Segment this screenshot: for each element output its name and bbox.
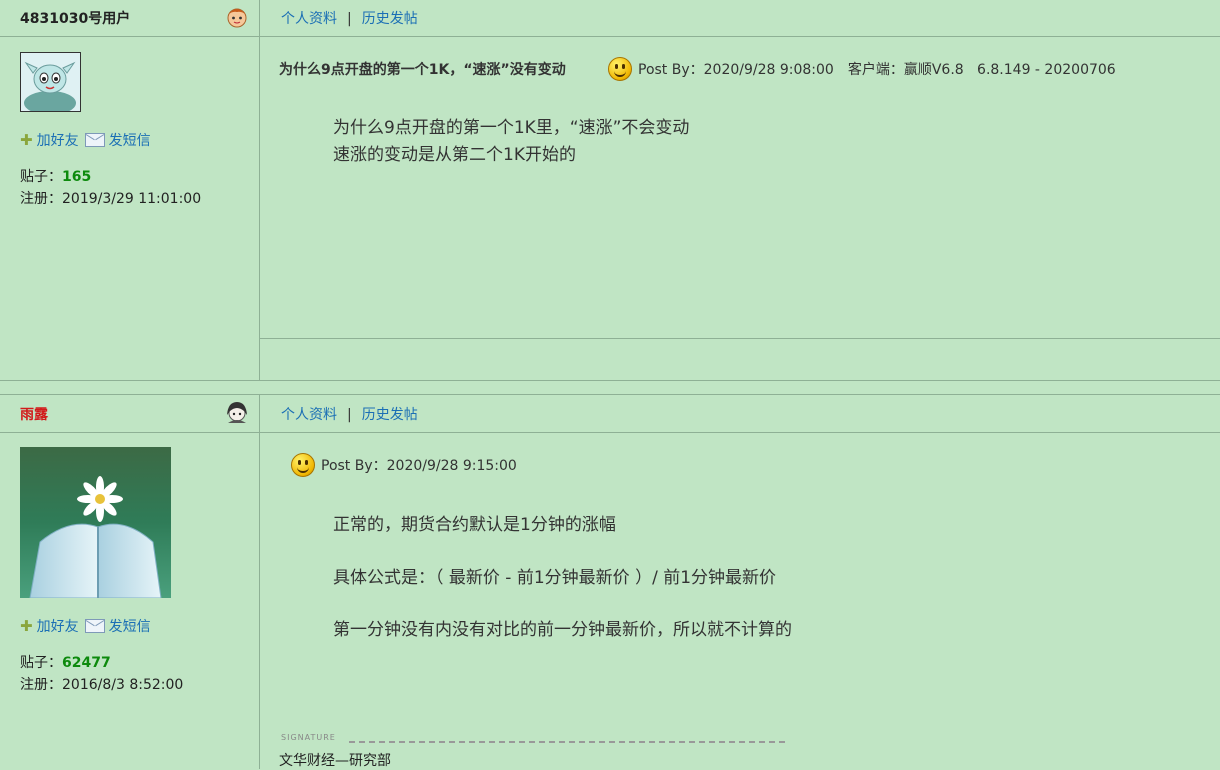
smiley-icon [608,57,632,81]
register-date: 注册：2019/3/29 11:01:00 [20,191,202,207]
signature-text: 文华财经—研究部 [279,753,391,769]
user-nav: 个人资料 | 历史发帖 [281,404,418,424]
post-history-link[interactable]: 历史发帖 [362,11,418,27]
post2-column-divider [259,394,260,769]
gender-avatar-icon [227,8,247,28]
user-actions: ✚ 加好友 发短信 [20,616,151,636]
add-friend-link[interactable]: 加好友 [37,616,79,636]
post-body-line: 为什么9点开盘的第一个1K里，“速涨”不会变动 [333,118,690,138]
post-body-line: 具体公式是：（ 最新价 - 前1分钟最新价 ）/ 前1分钟最新价 [333,568,777,588]
post-separator-top [0,380,1220,381]
send-message-link[interactable]: 发短信 [109,616,151,636]
add-friend-icon: ✚ [20,131,33,149]
post1-footer-divider [260,338,1220,339]
post1-header-divider [0,36,1220,37]
post-title: 为什么9点开盘的第一个1K，“速涨”没有变动 [279,62,566,78]
signature-label: SIGNATURE [281,733,336,742]
post-body-line: 正常的，期货合约默认是1分钟的涨幅 [333,515,616,535]
register-date: 注册：2016/8/3 8:52:00 [20,677,184,693]
profile-link[interactable]: 个人资料 [281,11,337,27]
gender-avatar-icon [227,402,247,423]
smiley-icon [291,453,315,477]
register-date-value: 2016/8/3 8:52:00 [62,677,184,693]
client-version: 6.8.149 - 20200706 [977,62,1116,78]
post-meta: Post By：2020/9/28 9:15:00 [321,455,517,475]
post-count: 贴子：62477 [20,655,111,671]
username[interactable]: 4831030号用户 [20,8,130,28]
post-count-value: 165 [62,169,92,185]
post2-header-divider [0,432,1220,433]
post-body-line: 速涨的变动是从第二个1K开始的 [333,145,576,165]
envelope-icon [84,619,105,633]
post-count-value: 62477 [62,655,111,671]
avatar[interactable] [20,52,81,112]
post-timestamp: Post By：2020/9/28 9:08:00 [638,62,834,78]
nav-separator: | [347,407,352,423]
nav-separator: | [347,11,352,27]
post1-column-divider [259,0,260,380]
user-actions: ✚ 加好友 发短信 [20,130,151,150]
post-meta: Post By：2020/9/28 9:08:00 客户端：赢顺V6.8 6.8.… [638,59,1116,79]
post-history-link[interactable]: 历史发帖 [362,407,418,423]
avatar[interactable] [20,447,171,598]
send-message-link[interactable]: 发短信 [109,130,151,150]
post-body-line: 第一分钟没有内没有对比的前一分钟最新价，所以就不计算的 [333,620,792,640]
add-friend-icon: ✚ [20,617,33,635]
add-friend-link[interactable]: 加好友 [37,130,79,150]
profile-link[interactable]: 个人资料 [281,407,337,423]
signature-divider [349,741,785,743]
client-label: 客户端：赢顺V6.8 [847,62,964,78]
user-nav: 个人资料 | 历史发帖 [281,8,418,28]
register-date-value: 2019/3/29 11:01:00 [62,191,202,207]
post-separator-bottom [0,394,1220,395]
envelope-icon [84,133,105,147]
post-timestamp: Post By：2020/9/28 9:15:00 [321,458,517,474]
post-count: 贴子：165 [20,169,92,185]
username[interactable]: 雨露 [20,404,48,424]
